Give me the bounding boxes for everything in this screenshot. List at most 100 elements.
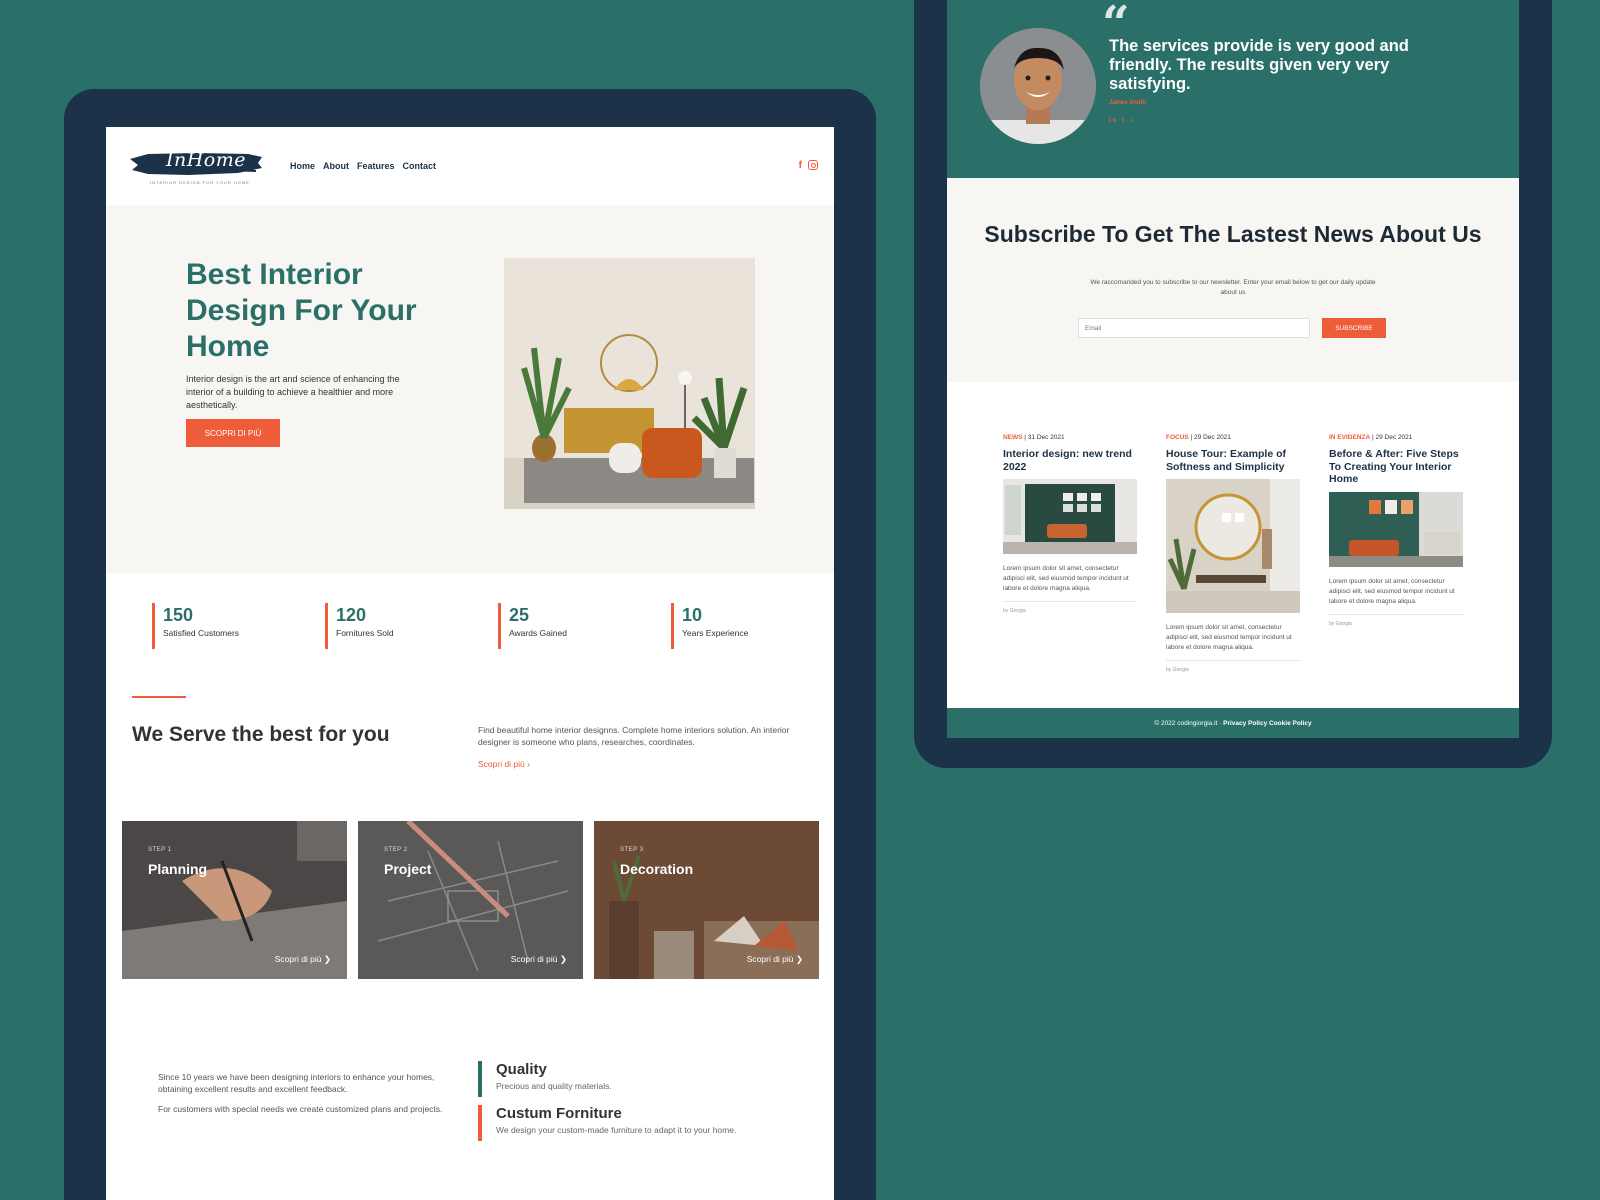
about-text: Since 10 years we have been designing in… (158, 1071, 462, 1123)
stat-value: 120 (336, 605, 367, 625)
hero-title: Best Interior Design For Your Home (186, 258, 417, 363)
facebook-icon[interactable]: f (799, 160, 802, 171)
post-title[interactable]: Before & After: Five Steps To Creating Y… (1329, 448, 1463, 486)
stat-label: Awards Gained (509, 628, 567, 638)
stat-experience: 10 Years Experience (671, 603, 834, 649)
subscribe-section: Subscribe To Get The Lastest News About … (947, 178, 1519, 382)
post-title[interactable]: House Tour: Example of Softness and Simp… (1166, 448, 1300, 473)
cookie-policy-link[interactable]: Cookie Policy (1269, 720, 1312, 727)
blog-post-card[interactable]: IN EVIDENZA | 29 Dec 2021 Before & After… (1329, 434, 1463, 627)
post-divider (1166, 660, 1300, 661)
post-date: | 31 Dec 2021 (1022, 434, 1065, 441)
footer: © 2022 codingiorgia.it · Privacy Policy … (947, 708, 1519, 727)
landing-page-screen-lower: “ The services provide is very good and … (947, 0, 1519, 738)
logo-text: InHome (166, 149, 247, 171)
step-more-link[interactable]: Scopri di più ❯ (275, 954, 331, 965)
hero-description: Interior design is the art and science o… (186, 374, 400, 410)
main-menu: Home About Features Contact (290, 161, 436, 171)
step-card-decoration[interactable]: STEP 3 Decoration Scopri di più ❯ (594, 821, 819, 979)
stat-value: 25 (509, 605, 530, 625)
post-category: NEWS (1003, 434, 1023, 441)
social-links: f (799, 160, 818, 171)
feature-custom-furniture: Custum Forniture We design your custom-m… (478, 1105, 736, 1141)
landing-page-screen: InHome INTERIOR DESIGN FOR YOUR HOME Hom… (106, 127, 834, 1200)
avatar (980, 28, 1096, 144)
testimonial-quote: The services provide is very good and fr… (1109, 37, 1409, 93)
post-date: | 29 Dec 2021 (1370, 434, 1413, 441)
step-number: STEP 3 (620, 847, 644, 853)
step-more-link[interactable]: Scopri di più ❯ (747, 954, 803, 965)
post-divider (1003, 601, 1137, 602)
step-more-link[interactable]: Scopri di più ❯ (511, 954, 567, 965)
subscribe-description: We raccomanded you to subscribe to our n… (1090, 279, 1376, 296)
post-category: FOCUS (1166, 434, 1189, 441)
nav-about-link[interactable]: About (323, 161, 349, 171)
footer-copyright: © 2022 codingiorgia.it · (1154, 720, 1224, 727)
step-title: Project (384, 861, 432, 877)
post-divider (1329, 613, 1463, 615)
top-navbar: InHome INTERIOR DESIGN FOR YOUR HOME Hom… (106, 127, 834, 205)
brand-logo[interactable]: InHome INTERIOR DESIGN FOR YOUR HOME (128, 145, 266, 187)
stat-customers: 150 Satisfied Customers (152, 603, 325, 649)
stats-row: 150 Satisfied Customers 120 Fornitures S… (152, 603, 834, 649)
serve-more-link[interactable]: Scopri di più › (478, 759, 530, 769)
step-number: STEP 1 (148, 847, 172, 853)
post-author: by Giorgia (1329, 620, 1352, 627)
serve-description: Find beautiful home interior designns. C… (478, 725, 790, 747)
nav-contact-link[interactable]: Contact (403, 161, 437, 171)
serve-title: We Serve the best for you (132, 723, 390, 746)
step-card-planning[interactable]: STEP 1 Planning Scopri di più ❯ (122, 821, 347, 979)
about-paragraph-2: For customers with special needs we crea… (158, 1104, 443, 1114)
stat-label: Satisfied Customers (163, 628, 240, 638)
step-card-project[interactable]: STEP 2 Project Scopri di più ❯ (358, 821, 583, 979)
stat-value: 10 (682, 605, 703, 625)
testimonial-author: James Smith (1109, 100, 1147, 106)
post-meta: NEWS | 31 Dec 2021 (1003, 434, 1137, 441)
stat-fornitures: 120 Fornitures Sold (325, 603, 498, 649)
post-image (1003, 479, 1137, 554)
hero-cta-button[interactable]: SCOPRI DI PIÙ (186, 419, 280, 447)
nav-features-link[interactable]: Features (357, 161, 395, 171)
blog-post-card[interactable]: NEWS | 31 Dec 2021 Interior design: new … (1003, 434, 1137, 614)
author-social-icons[interactable]: in f ✓ (1109, 117, 1137, 124)
privacy-policy-link[interactable]: Privacy Policy (1223, 720, 1267, 727)
feature-title: Custum Forniture (496, 1105, 622, 1122)
step-title: Decoration (620, 861, 694, 877)
nav-home-link[interactable]: Home (290, 161, 315, 171)
stat-value: 150 (163, 605, 194, 625)
post-meta: FOCUS | 29 Dec 2021 (1166, 434, 1300, 441)
living-room-photo (504, 258, 755, 509)
email-field[interactable] (1078, 318, 1310, 338)
about-paragraph-1: Since 10 years we have been designing in… (158, 1072, 435, 1094)
hero-section: Best Interior Design For Your Home Inter… (106, 205, 834, 573)
step-title: Planning (148, 861, 208, 877)
step-number: STEP 2 (384, 847, 408, 853)
blog-section: NEWS | 31 Dec 2021 Interior design: new … (947, 382, 1519, 708)
post-excerpt: Lorem ipsum dolor sit amet, consectetur … (1329, 577, 1455, 605)
logo-tagline: INTERIOR DESIGN FOR YOUR HOME (150, 180, 250, 185)
post-title[interactable]: Interior design: new trend 2022 (1003, 448, 1137, 473)
steps-row: STEP 1 Planning Scopri di più ❯ STEP 2 P… (122, 821, 819, 979)
instagram-icon[interactable] (808, 160, 818, 170)
post-excerpt: Lorem ipsum dolor sit amet, consectetur … (1003, 565, 1129, 592)
post-author: by Giorgia (1166, 667, 1189, 673)
testimonial-section: “ The services provide is very good and … (947, 0, 1519, 178)
stat-label: Fornitures Sold (336, 628, 394, 638)
feature-title: Quality (496, 1061, 547, 1078)
stat-label: Years Experience (682, 628, 749, 638)
tablet-frame-right: “ The services provide is very good and … (914, 0, 1552, 768)
post-excerpt: Lorem ipsum dolor sit amet, consectetur … (1166, 624, 1292, 651)
post-image (1166, 479, 1300, 613)
post-date: | 29 Dec 2021 (1188, 434, 1231, 441)
post-image (1329, 491, 1463, 567)
subscribe-button[interactable]: SUBSCRIBE (1322, 318, 1386, 338)
feature-quality: Quality Precious and quality materials. (478, 1061, 612, 1097)
post-author: by Giorgia (1003, 608, 1026, 614)
feature-description: Precious and quality materials. (496, 1081, 612, 1091)
blog-post-card[interactable]: FOCUS | 29 Dec 2021 House Tour: Example … (1166, 434, 1300, 673)
stat-awards: 25 Awards Gained (498, 603, 671, 649)
subscribe-title: Subscribe To Get The Lastest News About … (984, 221, 1482, 247)
post-category: IN EVIDENZA (1329, 434, 1371, 441)
section-accent-line (132, 696, 186, 698)
tablet-frame-left: InHome INTERIOR DESIGN FOR YOUR HOME Hom… (64, 89, 876, 1200)
